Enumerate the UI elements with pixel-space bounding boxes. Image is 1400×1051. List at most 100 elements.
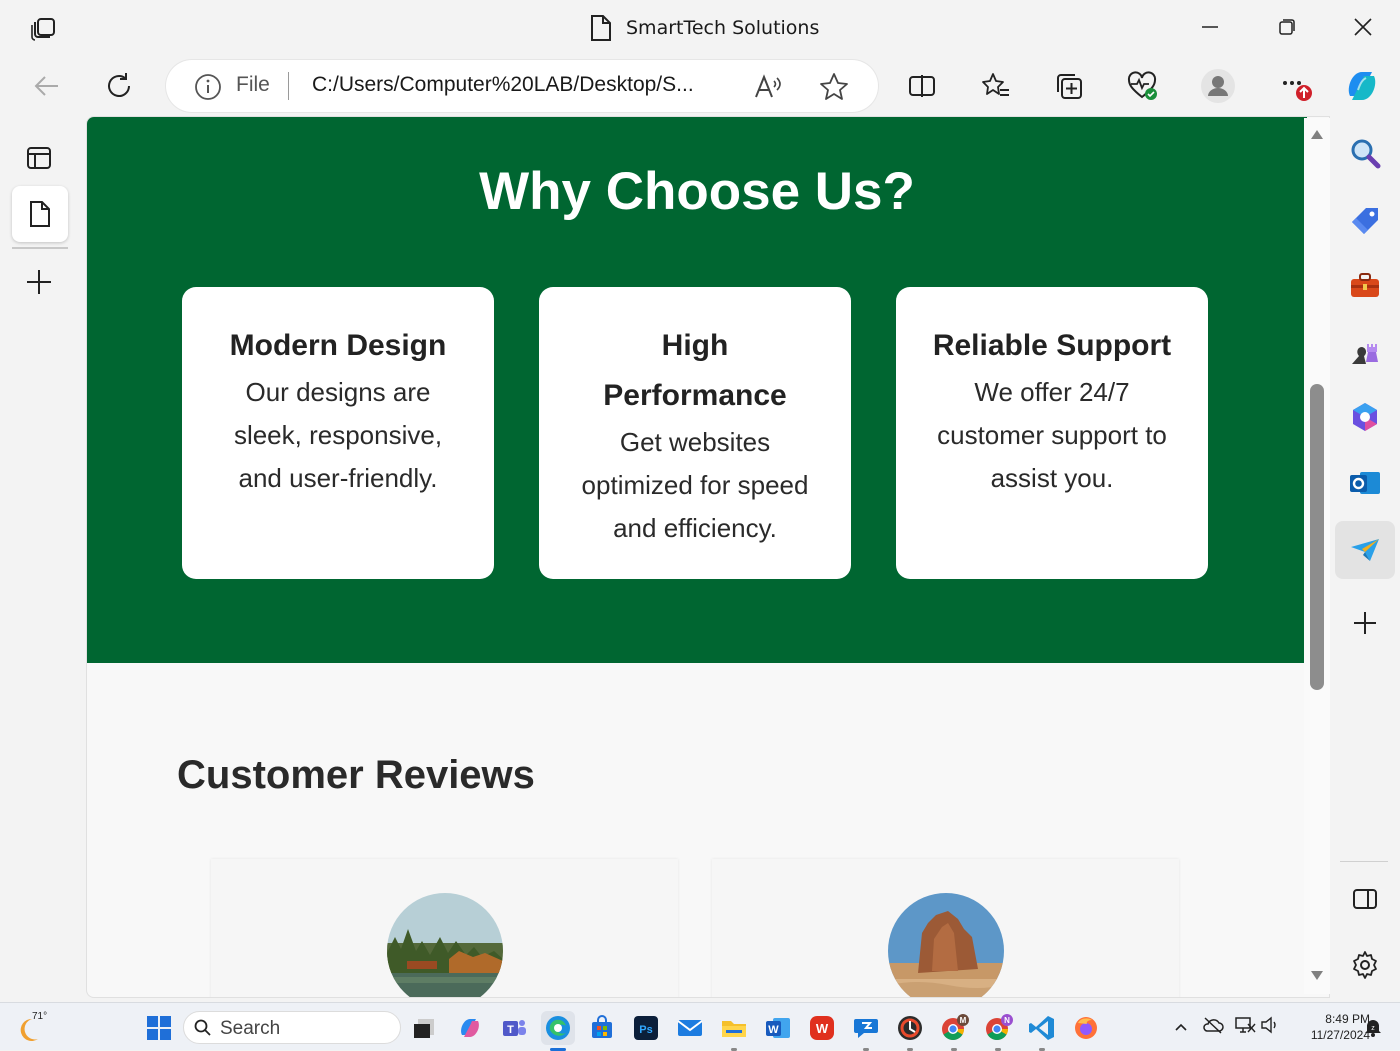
sidebar-outlook-button[interactable] xyxy=(1335,454,1395,512)
svg-text:T: T xyxy=(507,1024,514,1036)
split-screen-button[interactable] xyxy=(900,64,944,108)
network-status[interactable] xyxy=(1234,1015,1258,1039)
scroll-up-icon[interactable] xyxy=(1310,128,1324,140)
sidebar-toggle-icon xyxy=(1353,889,1377,909)
svg-text:N: N xyxy=(1004,1016,1010,1025)
minimize-button[interactable] xyxy=(1186,8,1234,46)
edge-icon xyxy=(546,1016,570,1040)
taskbar-store[interactable] xyxy=(585,1011,619,1045)
feature-card: High Performance Get websites optimized … xyxy=(539,287,851,579)
taskbar-chrome-profile-n[interactable]: N xyxy=(981,1011,1015,1051)
weather-widget[interactable]: 71° xyxy=(16,1009,56,1045)
word-icon: W xyxy=(766,1018,790,1038)
copilot-button[interactable] xyxy=(1340,64,1384,108)
taskbar-file-explorer[interactable] xyxy=(717,1011,751,1051)
toolbox-icon xyxy=(1351,273,1379,297)
taskbar-search-placeholder: Search xyxy=(220,1018,281,1039)
info-icon[interactable] xyxy=(194,73,222,101)
profile-avatar-icon xyxy=(1201,69,1235,103)
cloud-offline-icon xyxy=(1203,1017,1224,1034)
refresh-button[interactable] xyxy=(97,64,141,108)
new-tab-button[interactable] xyxy=(14,262,64,302)
active-tab[interactable] xyxy=(12,186,68,242)
taskbar-teams[interactable]: T xyxy=(497,1011,531,1045)
taskbar-task-view[interactable] xyxy=(407,1011,441,1045)
favorites-button[interactable] xyxy=(974,64,1018,108)
notifications-button[interactable]: z xyxy=(1364,1017,1384,1037)
heart-pulse-icon xyxy=(1127,71,1157,100)
tab-layout-button[interactable] xyxy=(14,138,64,178)
taskbar-edge[interactable] xyxy=(541,1011,575,1051)
profile-button[interactable] xyxy=(1196,64,1240,108)
vscode-icon xyxy=(1029,1016,1054,1040)
scroll-thumb[interactable] xyxy=(1310,384,1324,690)
back-arrow-icon xyxy=(34,76,58,96)
taskbar-wps-office[interactable]: W xyxy=(805,1011,839,1045)
refresh-icon xyxy=(108,73,130,97)
taskbar-copilot[interactable] xyxy=(453,1011,487,1045)
speaker-icon xyxy=(1261,1016,1276,1034)
back-button[interactable] xyxy=(24,64,68,108)
sidebar-copilot-button[interactable] xyxy=(1335,388,1395,446)
page-scrollbar[interactable] xyxy=(1304,118,1330,994)
tab-actions-icon xyxy=(31,18,55,41)
taskbar-mail[interactable] xyxy=(673,1011,707,1045)
address-url[interactable]: C:/Users/Computer%20LAB/Desktop/S... xyxy=(312,73,694,97)
sidebar-games-button[interactable] xyxy=(1335,322,1395,380)
scroll-down-icon[interactable] xyxy=(1310,970,1324,982)
sidebar-settings-button[interactable] xyxy=(1335,936,1395,994)
mail-icon xyxy=(677,1020,703,1036)
add-icon xyxy=(1354,612,1376,634)
browser-essentials-button[interactable] xyxy=(1120,64,1164,108)
sidebar-search-button[interactable] xyxy=(1335,124,1395,182)
document-icon xyxy=(591,15,611,41)
onedrive-status[interactable] xyxy=(1202,1015,1226,1039)
taskbar-clock[interactable]: 8:49 PM 11/27/2024 xyxy=(1288,1011,1370,1043)
sidebar-add-button[interactable] xyxy=(1335,594,1395,652)
taskbar-vscode[interactable] xyxy=(1025,1011,1059,1051)
favorite-star-icon[interactable] xyxy=(818,71,850,103)
vertical-tabs-icon xyxy=(27,147,51,169)
sidebar-divider xyxy=(1340,861,1388,862)
section-title: Why Choose Us? xyxy=(479,162,915,221)
favorites-list-icon xyxy=(982,73,1009,96)
show-hidden-icons-button[interactable] xyxy=(1170,1015,1192,1039)
feature-card-text: We offer 24/7 customer support to assist… xyxy=(937,377,1167,493)
feature-card: Reliable Support We offer 24/7 customer … xyxy=(896,287,1208,579)
hide-sidebar-button[interactable] xyxy=(1335,870,1395,928)
settings-more-button[interactable] xyxy=(1272,64,1316,108)
taskbar-word[interactable]: W xyxy=(761,1011,795,1045)
taskbar-photoshop[interactable]: Ps xyxy=(629,1011,663,1045)
tab-actions-button[interactable] xyxy=(24,10,64,44)
split-screen-icon xyxy=(909,75,935,97)
plus-icon xyxy=(27,270,51,294)
chrome-icon: M xyxy=(942,1014,969,1040)
address-bar[interactable]: File C:/Users/Computer%20LAB/Desktop/S..… xyxy=(166,60,878,112)
navigation-bar: File C:/Users/Computer%20LAB/Desktop/S..… xyxy=(0,54,1400,116)
restore-button[interactable] xyxy=(1263,8,1311,46)
taskbar-firefox[interactable] xyxy=(1069,1011,1103,1045)
sidebar-tools-button[interactable] xyxy=(1335,256,1395,314)
clock-date: 11/27/2024 xyxy=(1310,1028,1370,1042)
more-options-icon xyxy=(1283,81,1312,101)
taskbar-chrome-profile-m[interactable]: M xyxy=(937,1011,971,1051)
read-aloud-icon[interactable] xyxy=(752,71,784,103)
svg-text:z: z xyxy=(1371,1025,1375,1032)
title-bar: SmartTech Solutions xyxy=(0,0,1400,54)
taskbar-search-box[interactable]: Search xyxy=(183,1011,401,1044)
wps-office-icon: W xyxy=(810,1016,834,1040)
sidebar-send-button[interactable] xyxy=(1335,521,1395,579)
taskbar-download-manager[interactable] xyxy=(893,1011,927,1051)
collections-button[interactable] xyxy=(1047,64,1091,108)
collections-icon xyxy=(1057,74,1082,99)
feature-card-title: High Performance xyxy=(603,329,787,412)
close-button[interactable] xyxy=(1339,8,1387,46)
start-button[interactable] xyxy=(142,1011,176,1045)
edge-sidebar xyxy=(1330,116,1400,1002)
taskbar-chat-app[interactable] xyxy=(849,1011,883,1051)
weather-temperature: 71° xyxy=(32,1011,48,1022)
sidebar-shopping-button[interactable] xyxy=(1335,190,1395,248)
volume-control[interactable] xyxy=(1260,1015,1282,1039)
search-icon xyxy=(194,1019,211,1036)
tab-divider xyxy=(12,247,68,249)
